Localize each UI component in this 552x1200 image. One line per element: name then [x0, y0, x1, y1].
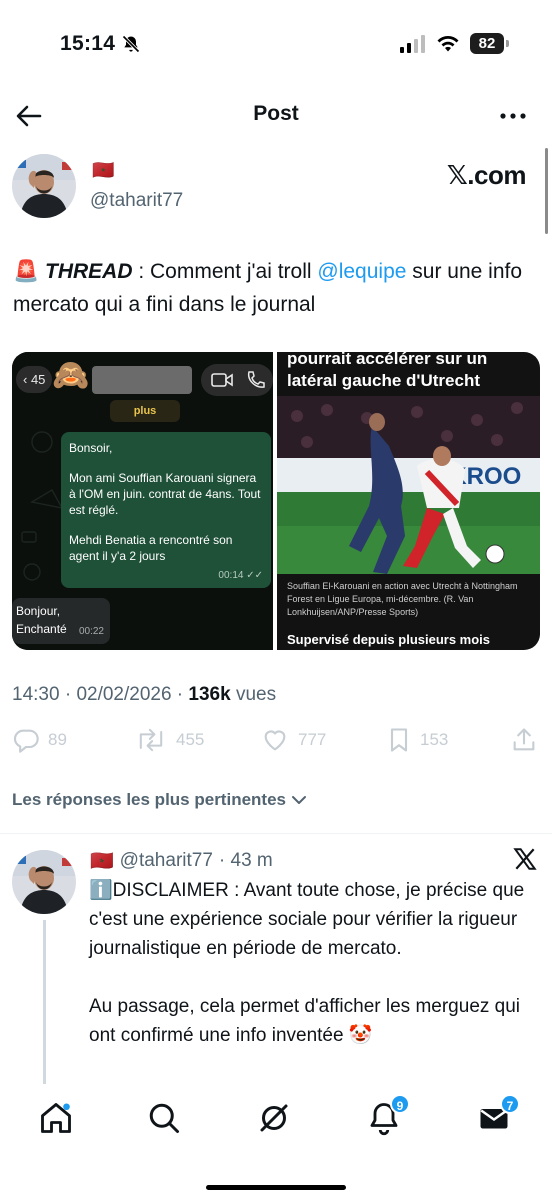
avatar-image [12, 154, 76, 218]
reply-flag: 🇲🇦 [90, 851, 114, 872]
replies-sort-label: Les réponses les plus pertinentes [12, 790, 286, 809]
bottom-nav: 9 7 [0, 1084, 552, 1200]
nav-grok[interactable] [256, 1100, 292, 1136]
reply-time: · 43 m [218, 850, 273, 871]
article-caption: Souffian El-Karouani en action avec Utre… [287, 581, 518, 617]
media-chat-screenshot[interactable]: ‹ 45 🙈 plus Bonsoir, Mon ami Souffian Ka… [12, 352, 273, 650]
chat-timestamp: 00:22 [78, 626, 104, 637]
bookmark-count: 153 [420, 730, 449, 749]
scroll-indicator [545, 148, 548, 234]
bookmark-button[interactable]: 153 [386, 726, 448, 754]
replies-sort-dropdown[interactable]: Les réponses les plus pertinentes [12, 790, 308, 810]
battery-indicator: 82 [470, 33, 509, 54]
author-row: 🇲🇦 @taharit77 𝕏.com [12, 152, 540, 222]
chat-back-count: 45 [30, 372, 46, 387]
nav-search[interactable] [146, 1100, 182, 1136]
chat-message-line: Mehdi Benatia a rencontré son agent il y… [69, 533, 233, 563]
view-count: 136k [188, 684, 231, 705]
reply-text: ℹ️DISCLAIMER : Avant toute chose, je pré… [89, 876, 539, 1079]
thread-label: THREAD [45, 260, 133, 283]
chat-bubble-outgoing: Bonsoir, Mon ami Souffian Karouani signe… [61, 432, 271, 588]
author-handle[interactable]: @taharit77 [90, 190, 183, 212]
see-no-evil-monkey-icon: 🙈 [52, 359, 90, 392]
reply-paragraph-2: Au passage, cela permet d'afficher les m… [89, 996, 521, 1046]
like-button[interactable]: 777 [260, 726, 326, 754]
grok-icon [260, 1104, 288, 1132]
more-dots-icon [500, 113, 526, 119]
reply-paragraph: ℹ️DISCLAIMER : Avant toute chose, je pré… [89, 876, 539, 963]
home-icon [41, 1103, 71, 1133]
share-button[interactable] [510, 726, 538, 754]
reply-handle[interactable]: @taharit77 [120, 850, 213, 872]
status-indicators: 82 [400, 33, 509, 54]
share-icon [513, 728, 535, 751]
nav-messages[interactable]: 7 [476, 1094, 520, 1136]
status-bar: 15:14 82 [0, 0, 552, 90]
mention-link[interactable]: @lequipe [317, 260, 406, 283]
views-label: vues [235, 684, 277, 705]
chat-header: ‹ 45 🙈 [12, 359, 273, 398]
more-options-button[interactable] [498, 106, 528, 126]
article-photo: NKROO [277, 396, 540, 574]
repost-button[interactable]: 455 [134, 726, 204, 754]
call-icons-group [201, 364, 273, 396]
xcom-label: 𝕏.com [446, 160, 527, 190]
action-bar: 89 455 777 153 [12, 726, 540, 760]
reply-author-avatar[interactable] [12, 850, 76, 914]
bell-slash-icon [122, 35, 140, 53]
x-logo-icon [512, 846, 538, 872]
chat-message-line: Mon ami Souffian Karouani signera à l'OM… [69, 471, 261, 517]
reply-count: 89 [48, 730, 67, 749]
reply-header: 🇲🇦 @taharit77 · 43 m [90, 849, 273, 873]
home-indicator [206, 1185, 346, 1190]
chat-plus-label: plus [110, 400, 180, 422]
video-call-icon [211, 373, 233, 387]
phone-icon [247, 371, 265, 388]
tweet-text-part-1: : Comment j'ai troll [132, 260, 318, 283]
bookmark-icon [390, 728, 408, 752]
messages-badge: 7 [500, 1094, 520, 1114]
nav-home[interactable] [38, 1100, 74, 1136]
chat-message-line: Bonsoir, [69, 441, 113, 455]
repost-count: 455 [176, 730, 205, 749]
chat-timestamp: 00:14 ✓✓ [218, 570, 263, 581]
chat-back-button: ‹ 45 [16, 366, 53, 393]
post-time: 14:30 [12, 684, 60, 705]
repost-icon [139, 728, 163, 752]
divider [0, 833, 552, 834]
search-icon [149, 1103, 179, 1133]
blurred-contact-name [92, 366, 192, 394]
status-time: 15:14 [60, 32, 141, 56]
siren-emoji: 🚨 [13, 260, 40, 283]
reply-paragraph-1: DISCLAIMER : Avant toute chose, je préci… [89, 880, 525, 959]
notifications-badge: 9 [390, 1094, 410, 1114]
chat-message-line: Bonjour, Enchanté [16, 604, 67, 636]
post-date: 02/02/2026 [76, 684, 172, 705]
chevron-down-icon [291, 796, 306, 804]
reply-icon [13, 729, 39, 753]
wifi-icon [437, 35, 459, 51]
author-flag: 🇲🇦 [92, 160, 115, 180]
media-newspaper-clipping[interactable]: pourrait accélérer sur un latéral gauche… [277, 352, 540, 650]
heart-icon [264, 730, 286, 751]
avatar-image [12, 850, 76, 914]
thread-line [43, 920, 46, 1088]
status-time-text: 15:14 [60, 32, 116, 55]
signal-icon [400, 34, 425, 53]
info-emoji: ℹ️ [89, 880, 113, 901]
like-count: 777 [298, 730, 327, 749]
tweet-text: 🚨 THREAD : Comment j'ai troll @lequipe s… [13, 255, 533, 321]
football-match-photo: NKROO [277, 396, 540, 574]
author-avatar[interactable] [12, 154, 76, 218]
chat-bubble-incoming: Bonjour, Enchanté 00:22 [12, 598, 110, 644]
tweet-media: ‹ 45 🙈 plus Bonsoir, Mon ami Souffian Ka… [12, 352, 540, 650]
reply-button[interactable]: 89 [12, 726, 67, 754]
post-meta: 14:30 · 02/02/2026 · 136k vues [12, 684, 277, 705]
post-header: Post [0, 92, 552, 140]
article-headline: pourrait accélérer sur un latéral gauche… [287, 352, 488, 390]
page-title: Post [253, 102, 299, 125]
nav-notifications[interactable]: 9 [366, 1094, 410, 1136]
article-subheading: Supervisé depuis plusieurs mois [287, 632, 491, 647]
